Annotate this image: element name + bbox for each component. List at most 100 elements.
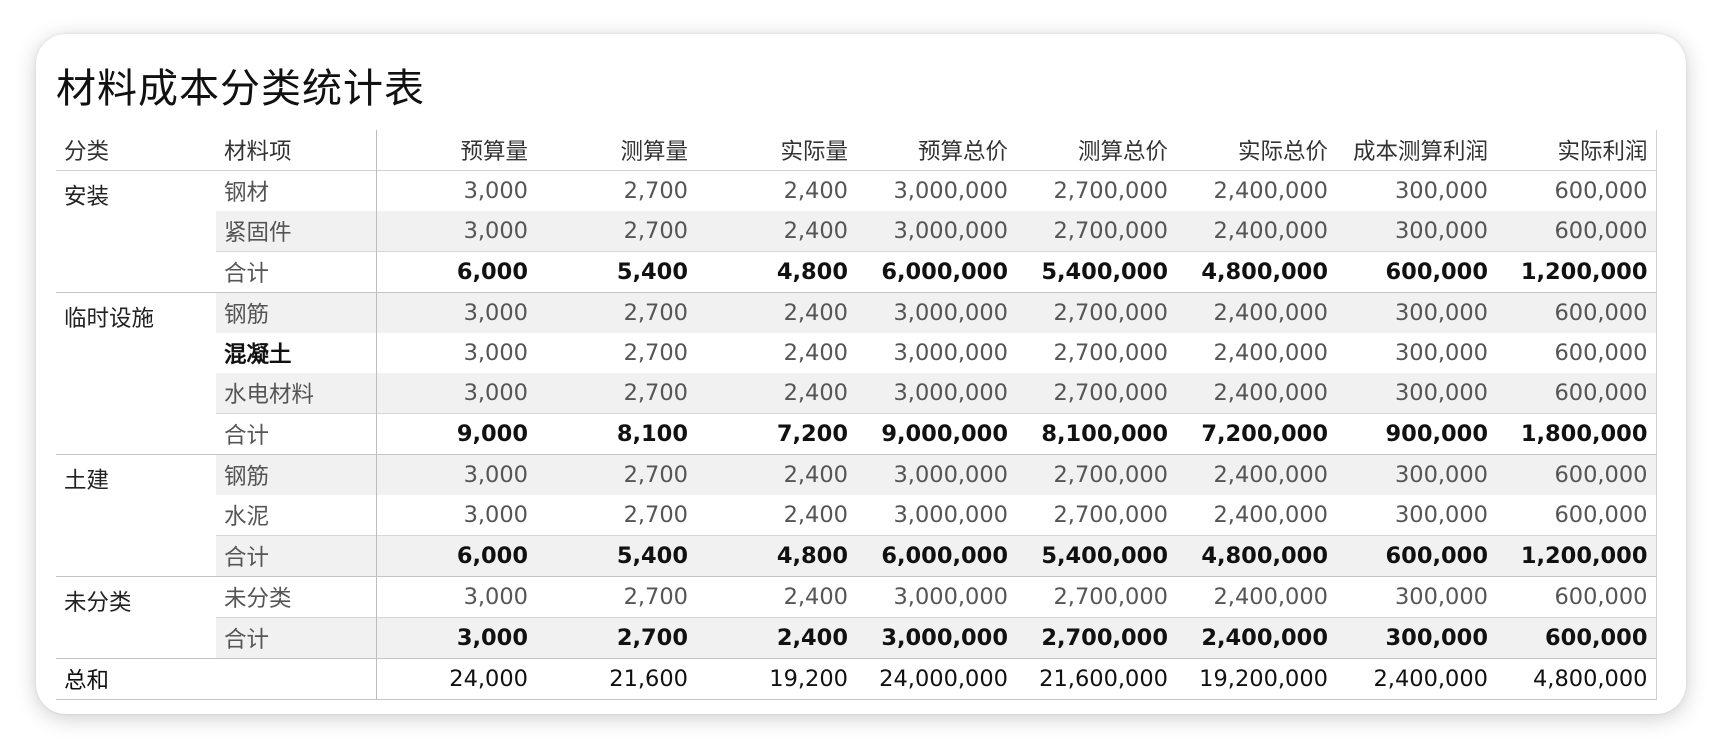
table-cell: 6,000,000 [856, 251, 1016, 293]
material-item: 水电材料 [216, 373, 376, 414]
table-cell: 3,000 [375, 617, 536, 659]
table-cell: 4,800,000 [1176, 251, 1336, 293]
table-cell: 3,000 [375, 333, 536, 373]
column-header: 预算总价 [917, 139, 1008, 165]
column-header: 分类 [64, 139, 110, 165]
column-header: 预算量 [375, 130, 536, 171]
table-cell: 300,000 [1336, 454, 1496, 495]
table-row: 紧固件 3,000 2,700 2,400 3,000,000 2,700,000 2,40… [56, 211, 1657, 252]
material-item: 紧固件 [216, 211, 376, 252]
table-cell: 4,800 [696, 251, 856, 293]
table-cell: 3,000,000 [856, 211, 1016, 252]
table-cell: 2,400,000 [1176, 292, 1336, 333]
table-cell: 2,700 [536, 211, 696, 252]
table-cell: 3,000 [375, 454, 536, 495]
table-cell: 9,000 [375, 413, 536, 455]
cost-table: 分类 材料项 预算量 测算量 实际量 预算总价 测算总价 实际总价 成本测算利润 实际利润 安装钢… [56, 130, 1657, 700]
table-row: 未分类 未分类 3,000 2,700 2,400 3,000,000 2,700,000 2… [56, 576, 1657, 659]
table-cell: 9,000,000 [856, 413, 1016, 455]
table-cell: 3,000,000 [893, 584, 1008, 610]
table-cell: 600,000 [1496, 373, 1657, 414]
table-cell: 2,400,000 [1176, 454, 1336, 495]
subtotal-label: 合计 [216, 535, 376, 577]
material-item: 钢材 [224, 180, 270, 206]
table-cell: 2,400 [783, 584, 848, 610]
table-cell: 2,700 [623, 340, 688, 366]
table-cell: 3,000,000 [856, 617, 1016, 659]
table-cell: 3,000 [375, 211, 536, 252]
table-cell: 2,700,000 [1016, 373, 1176, 414]
table-cell: 3,000,000 [856, 292, 1016, 333]
table-cell: 900,000 [1336, 413, 1496, 455]
table-cell: 3,000 [375, 373, 536, 414]
subtotal-label: 合计 [216, 617, 376, 659]
column-header: 实际总价 [1237, 139, 1328, 165]
table-cell: 2,700,000 [1016, 292, 1176, 333]
grand-total-label: 总和 [56, 658, 376, 700]
table-cell: 2,700,000 [1016, 454, 1176, 495]
table-row: 混凝土 3,000 2,700 2,400 3,000,000 2,700,000 2,40… [56, 333, 1657, 373]
table-cell: 600,000 [1336, 535, 1496, 577]
table-cell: 2,700 [623, 584, 688, 610]
table-cell: 2,700,000 [1016, 211, 1176, 252]
table-cell: 1,800,000 [1496, 413, 1657, 455]
table-cell: 2,700 [536, 454, 696, 495]
table-row: 临时设施 钢筋 3,000 2,700 2,400 3,000,000 2,700,000 2… [56, 292, 1657, 455]
table-cell: 600,000 [1496, 292, 1657, 333]
table-cell: 3,000,000 [893, 340, 1008, 366]
column-header: 材料项 [224, 139, 292, 165]
report-card: 材料成本分类统计表 分类 材料项 预算量 测算量 实际量 预算总价 测算总价 实际总价 成本测算… [36, 34, 1686, 714]
table-cell: 2,400,000 [1176, 211, 1336, 252]
table-cell: 300,000 [1394, 502, 1488, 528]
table-cell: 2,700 [623, 502, 688, 528]
table-cell: 7,200,000 [1176, 413, 1336, 455]
grand-total-cell: 4,800,000 [1496, 658, 1657, 700]
table-cell: 3,000,000 [893, 502, 1008, 528]
header-row: 分类 材料项 预算量 测算量 实际量 预算总价 测算总价 实际总价 成本测算利润 实际利润 [56, 130, 1657, 171]
table-cell: 600,000 [1496, 170, 1657, 211]
subtotal-row: 合计 9,000 8,100 7,200 9,000,000 8,100,000 7,200… [56, 413, 1657, 455]
subtotal-label: 合计 [216, 413, 376, 455]
table-cell: 6,000 [375, 535, 536, 577]
table-cell: 2,700 [536, 373, 696, 414]
table-cell: 3,000 [375, 576, 536, 618]
table-cell: 2,400,000 [1213, 584, 1328, 610]
grand-total-row: 总和 24,000 21,600 19,200 24,000,000 21,600,000… [56, 658, 1657, 700]
report-title: 材料成本分类统计表 [56, 66, 425, 112]
table-cell: 300,000 [1336, 373, 1496, 414]
grand-total-cell: 24,000 [375, 658, 536, 700]
grand-total-cell: 24,000,000 [856, 658, 1016, 700]
table-row: 安装 钢材 3,000 2,700 2,400 3,000,000 2,700,000 2,4… [56, 170, 1657, 293]
table-cell: 300,000 [1336, 292, 1496, 333]
column-header: 成本测算利润 [1352, 139, 1488, 165]
table-cell: 2,400,000 [1176, 617, 1336, 659]
table-cell: 300,000 [1394, 584, 1488, 610]
table-cell: 8,100,000 [1016, 413, 1176, 455]
category-label: 土建 [56, 454, 216, 577]
table-cell: 300,000 [1336, 617, 1496, 659]
grand-total-cell: 21,600 [536, 658, 696, 700]
table-cell: 2,400 [783, 178, 848, 204]
table-row: 水泥 3,000 2,700 2,400 3,000,000 2,700,000 2,400… [56, 495, 1657, 536]
table-cell: 3,000,000 [856, 454, 1016, 495]
grand-total-cell: 19,200,000 [1176, 658, 1336, 700]
table-cell: 2,400 [783, 340, 848, 366]
table-cell: 8,100 [536, 413, 696, 455]
column-header: 测算总价 [1077, 139, 1168, 165]
material-item: 水泥 [224, 504, 270, 530]
subtotal-row: 合计 3,000 2,700 2,400 3,000,000 2,700,000 2,400… [56, 617, 1657, 659]
subtotal-row: 合计 6,000 5,400 4,800 6,000,000 5,400,000 4,800… [56, 535, 1657, 577]
table-cell: 2,700 [536, 617, 696, 659]
table-cell: 7,200 [696, 413, 856, 455]
table-cell: 3,000 [375, 495, 536, 536]
table-cell: 6,000,000 [856, 535, 1016, 577]
grand-total-cell: 2,400,000 [1336, 658, 1496, 700]
table-cell: 3,000,000 [893, 178, 1008, 204]
table-cell: 2,400 [696, 373, 856, 414]
table-body: 安装 钢材 3,000 2,700 2,400 3,000,000 2,700,000 2,4… [56, 170, 1657, 700]
table-row: 水电材料 3,000 2,700 2,400 3,000,000 2,700,000 2,4… [56, 373, 1657, 414]
table-cell: 600,000 [1336, 251, 1496, 293]
material-item: 钢筋 [216, 454, 376, 495]
table-cell: 600,000 [1496, 617, 1657, 659]
category-label: 临时设施 [56, 292, 216, 455]
